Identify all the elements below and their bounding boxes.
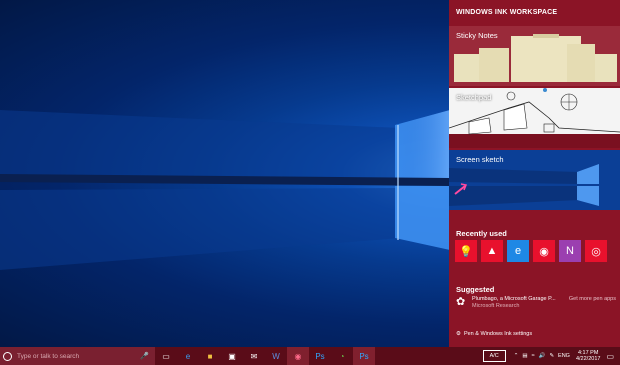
edge-icon[interactable]: e — [507, 240, 529, 262]
photoshop-icon[interactable]: Ps — [309, 347, 331, 365]
wifi-icon[interactable]: ≈ — [532, 353, 535, 359]
chevron-up-icon[interactable]: ⌃ — [514, 353, 519, 359]
screen-sketch-label: Screen sketch — [456, 155, 504, 164]
photos-icon[interactable]: ▲ — [481, 240, 503, 262]
onenote-icon[interactable]: N — [559, 240, 581, 262]
task-view-icon[interactable]: ▭ — [155, 347, 177, 365]
pen-icon[interactable]: ✎ — [549, 353, 554, 359]
screen-sketch-tile[interactable]: Screen sketch — [449, 150, 620, 210]
windows-ink-workspace-panel: WINDOWS INK WORKSPACE Sticky Notes Sketc… — [449, 0, 620, 347]
search-placeholder: Type or talk to search — [17, 352, 80, 360]
search-box[interactable]: Type or talk to search 🎤 — [0, 347, 155, 365]
volume-icon[interactable]: 🔊 — [539, 353, 546, 359]
chrome-icon[interactable]: ◔ — [331, 347, 353, 365]
suggested-app-publisher: Microsoft Research — [472, 303, 520, 309]
microphone-icon[interactable]: 🎤 — [140, 352, 149, 360]
ink-workspace-title: WINDOWS INK WORKSPACE — [456, 9, 558, 16]
bulb-icon[interactable]: 💡 — [455, 240, 477, 262]
recently-used-title: Recently used — [456, 229, 507, 238]
network-icon[interactable]: ▤ — [522, 353, 527, 359]
clock[interactable]: 4:17 PM 4/22/2017 — [576, 350, 600, 362]
notification-icon[interactable]: ▭ — [606, 352, 614, 361]
suggested-app-name: Plumbago, a Microsoft Garage P... — [472, 296, 556, 302]
system-tray: A/C ⌃ ▤ ≈ 🔊 ✎ ENG 4:17 PM 4/22/2017 ▭ — [482, 347, 620, 365]
ac-button[interactable]: A/C — [482, 350, 506, 362]
clock-date: 4/22/2017 — [575, 356, 601, 362]
sketchpad-tile[interactable]: Sketchpad — [449, 88, 620, 148]
store-icon[interactable]: ▣ — [221, 347, 243, 365]
plumbago-icon: ✿ — [456, 296, 466, 308]
maps-pin-icon[interactable]: ◉ — [533, 240, 555, 262]
pen-settings-label: Pen & Windows Ink settings — [463, 331, 533, 337]
file-explorer-icon[interactable]: ■ — [199, 347, 221, 365]
get-more-pen-apps-link[interactable]: Get more pen apps — [569, 296, 616, 302]
mail-icon[interactable]: ✉ — [243, 347, 265, 365]
pen-settings-link[interactable]: ⚙ Pen & Windows Ink settings — [456, 331, 532, 337]
edge-taskbar-icon[interactable]: e — [177, 347, 199, 365]
webcam-icon[interactable]: ◎ — [585, 240, 607, 262]
sticky-notes-label: Sticky Notes — [456, 31, 498, 40]
suggested-app[interactable]: ✿ Plumbago, a Microsoft Garage P... Micr… — [456, 296, 616, 310]
taskbar: Type or talk to search 🎤 ▭ e ■ ▣ ✉ W ◉ P… — [0, 347, 620, 365]
recently-used-apps: 💡 ▲ e ◉ N ◎ — [455, 240, 607, 262]
photoshop-icon-2[interactable]: Ps — [353, 347, 375, 365]
cortana-icon — [3, 351, 12, 361]
language-indicator[interactable]: ENG — [558, 353, 570, 359]
sticky-notes-tile[interactable]: Sticky Notes — [449, 26, 620, 86]
suggested-title: Suggested — [456, 285, 495, 294]
gear-icon: ⚙ — [456, 331, 461, 337]
word-icon[interactable]: W — [265, 347, 287, 365]
sketchpad-label: Sketchpad — [456, 93, 492, 102]
ink-app-icon[interactable]: ◉ — [287, 347, 309, 365]
